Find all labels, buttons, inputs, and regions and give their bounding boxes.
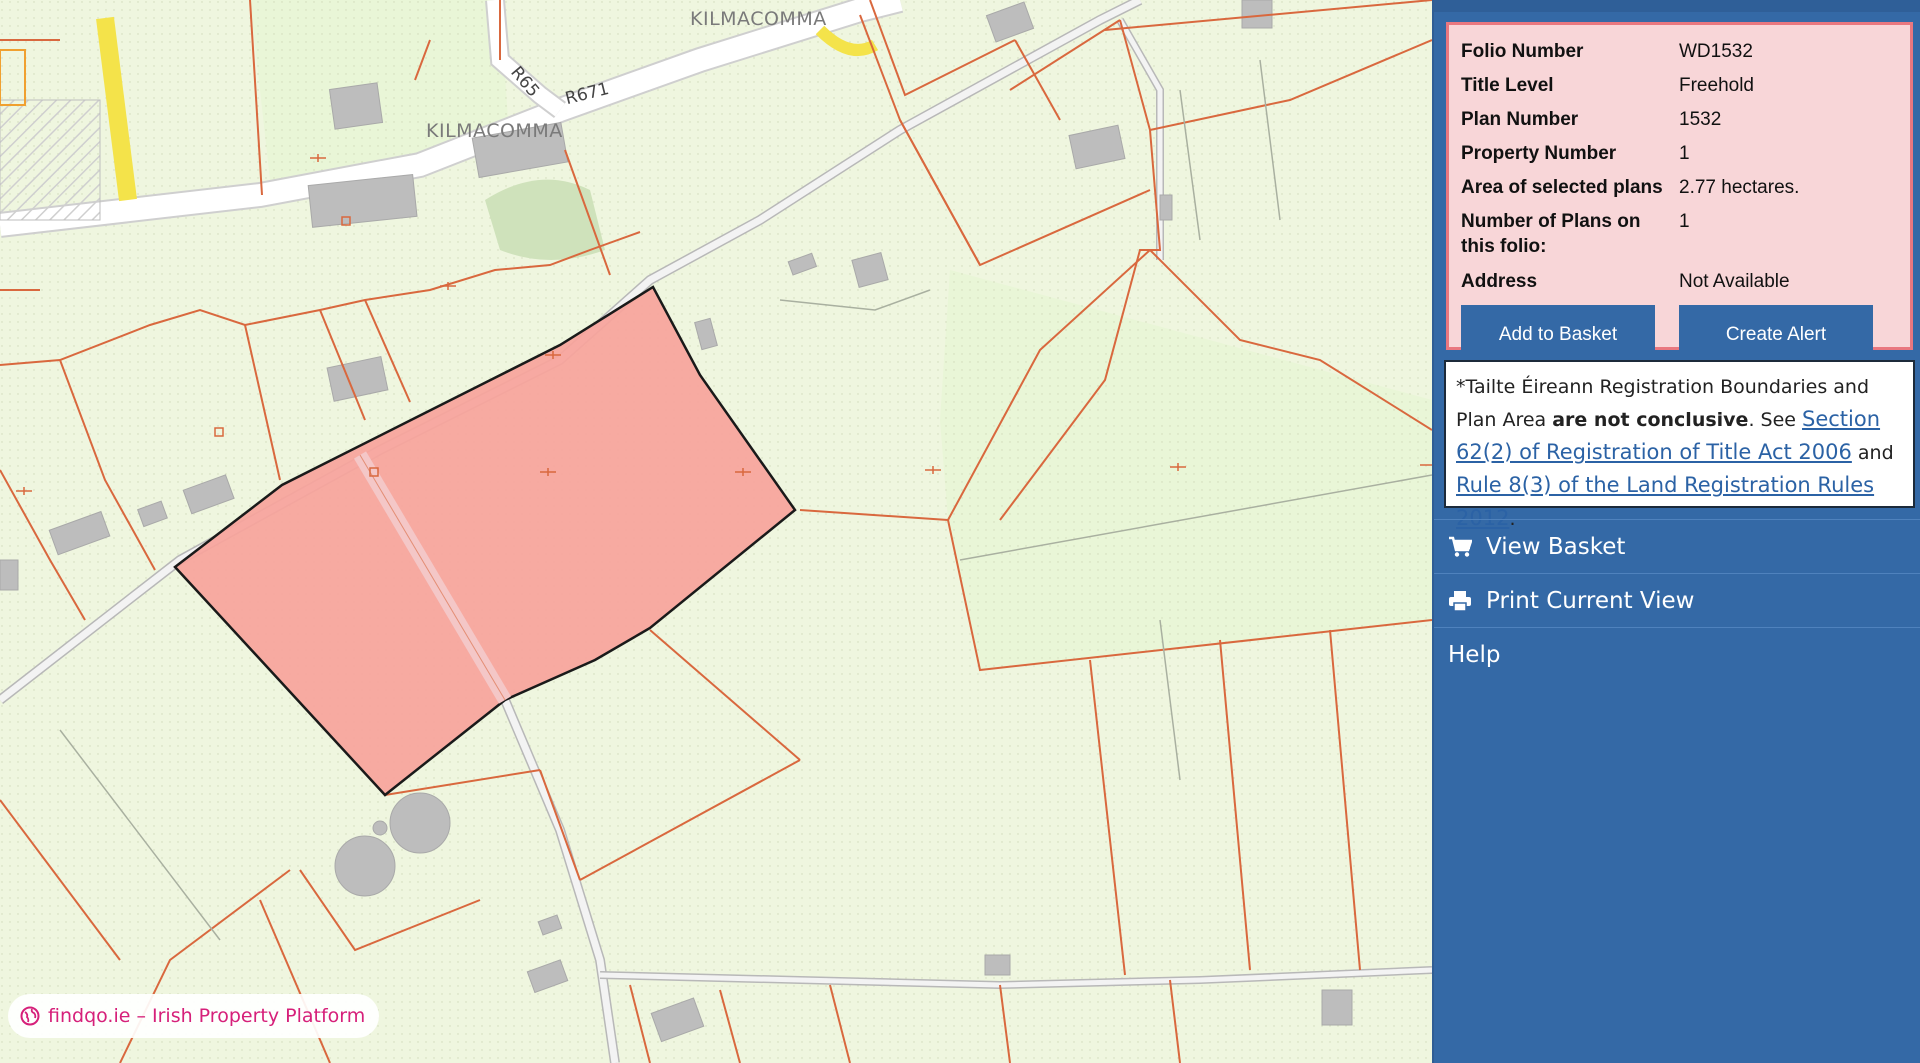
- info-value: 1: [1679, 143, 1690, 165]
- map-canvas[interactable]: KILMACOMMA KILMACOMMA R671 R65: [0, 0, 1432, 1063]
- info-label: Property Number: [1461, 143, 1617, 165]
- map-drawing: [0, 0, 1432, 1063]
- info-value: 1: [1679, 211, 1690, 233]
- add-to-basket-button[interactable]: Add to Basket: [1461, 304, 1655, 365]
- globe-icon: [20, 1006, 40, 1026]
- print-current-view-label: Print Current View: [1486, 587, 1695, 614]
- info-label: Folio Number: [1461, 41, 1584, 62]
- create-alert-button[interactable]: Create Alert: [1679, 304, 1873, 365]
- info-row: Title Level Freehold: [1461, 69, 1900, 103]
- cart-icon: [1449, 536, 1472, 557]
- disclaimer-see: . See: [1748, 409, 1803, 431]
- info-label: Plan Number: [1461, 109, 1579, 131]
- folio-info-panel: Folio Number WD1532 Title Level Freehold…: [1446, 22, 1913, 365]
- help-link[interactable]: Help: [1434, 627, 1920, 681]
- view-basket-label: View Basket: [1486, 533, 1626, 560]
- info-row: Area of selected plans 2.77 hectares.: [1461, 171, 1900, 205]
- watermark: findqo.ie – Irish Property Platform: [8, 994, 380, 1038]
- disclaimer-emphasis: are not conclusive: [1552, 409, 1749, 431]
- info-value: WD1532: [1679, 41, 1753, 62]
- disclaimer-and: and: [1851, 442, 1894, 464]
- info-row: Number of Plans on this folio: 1: [1461, 205, 1900, 264]
- info-row: Plan Number 1532: [1461, 103, 1900, 137]
- help-label: Help: [1448, 641, 1501, 668]
- printer-icon: [1449, 590, 1471, 612]
- info-label: Number of Plans on this folio:: [1461, 211, 1641, 258]
- print-current-view-link[interactable]: Print Current View: [1434, 573, 1920, 627]
- sidebar-top-strip: [1434, 0, 1920, 12]
- place-label: KILMACOMMA: [690, 8, 827, 30]
- info-row: Folio Number WD1532: [1461, 35, 1900, 69]
- info-label: Address: [1461, 270, 1538, 292]
- info-row: Property Number 1: [1461, 137, 1900, 171]
- folio-info-table: Folio Number WD1532 Title Level Freehold…: [1461, 35, 1900, 299]
- info-actions: Add to Basket Create Alert: [1461, 304, 1900, 365]
- info-label: Title Level: [1461, 75, 1554, 97]
- info-value: Freehold: [1679, 75, 1754, 97]
- disclaimer-box: *Tailte Éireann Registration Boundaries …: [1444, 360, 1915, 530]
- info-value: Not Available: [1679, 270, 1790, 292]
- info-value: 1532: [1679, 109, 1722, 131]
- watermark-text: findqo.ie – Irish Property Platform: [48, 1005, 366, 1027]
- info-row: Address Not Available: [1461, 265, 1900, 299]
- place-label: KILMACOMMA: [426, 120, 563, 142]
- sidebar: Folio Number WD1532 Title Level Freehold…: [1432, 0, 1920, 1063]
- info-label: Area of selected plans: [1461, 177, 1663, 199]
- view-basket-link[interactable]: View Basket: [1434, 519, 1920, 573]
- info-value: 2.77 hectares.: [1679, 177, 1800, 199]
